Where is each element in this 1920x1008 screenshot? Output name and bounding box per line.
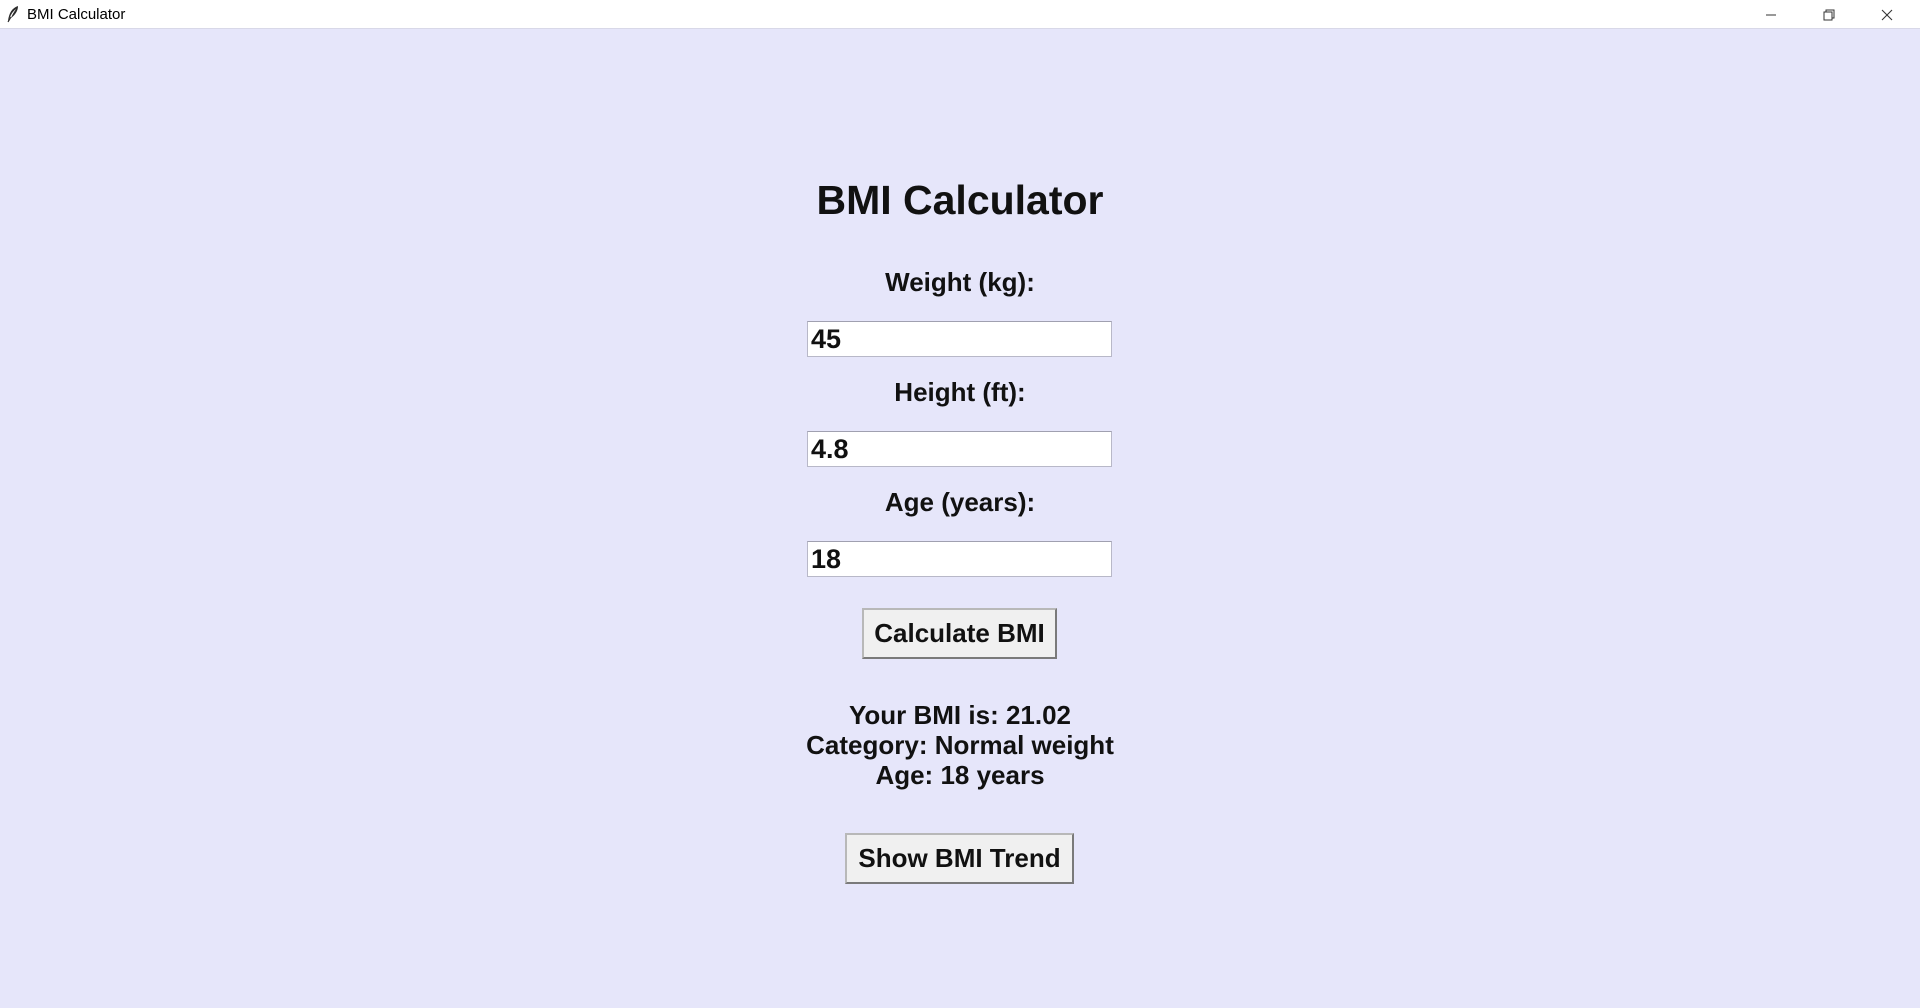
- app-window: BMI Calculator BMI Calculator Weight (kg…: [0, 0, 1920, 1008]
- restore-icon: [1823, 9, 1835, 21]
- title-bar[interactable]: BMI Calculator: [0, 0, 1920, 29]
- bmi-category: Category: Normal weight: [806, 730, 1114, 760]
- minimize-icon: [1765, 9, 1777, 21]
- minimize-button[interactable]: [1742, 0, 1800, 29]
- show-bmi-trend-button[interactable]: Show BMI Trend: [845, 833, 1074, 884]
- main-content: BMI Calculator Weight (kg): Height (ft):…: [0, 29, 1920, 1008]
- age-result: Age: 18 years: [875, 760, 1045, 790]
- feather-icon: [6, 5, 20, 23]
- age-input[interactable]: [807, 541, 1112, 577]
- close-icon: [1881, 9, 1893, 21]
- window-title: BMI Calculator: [27, 6, 126, 23]
- restore-button[interactable]: [1800, 0, 1858, 29]
- weight-label: Weight (kg):: [885, 267, 1035, 297]
- close-button[interactable]: [1858, 0, 1916, 29]
- bmi-result: Your BMI is: 21.02: [848, 700, 1072, 730]
- calculate-bmi-button[interactable]: Calculate BMI: [862, 608, 1057, 659]
- age-label: Age (years):: [884, 487, 1036, 517]
- height-input[interactable]: [807, 431, 1112, 467]
- height-label: Height (ft):: [894, 377, 1026, 407]
- weight-input[interactable]: [807, 321, 1112, 357]
- page-title: BMI Calculator: [816, 177, 1104, 223]
